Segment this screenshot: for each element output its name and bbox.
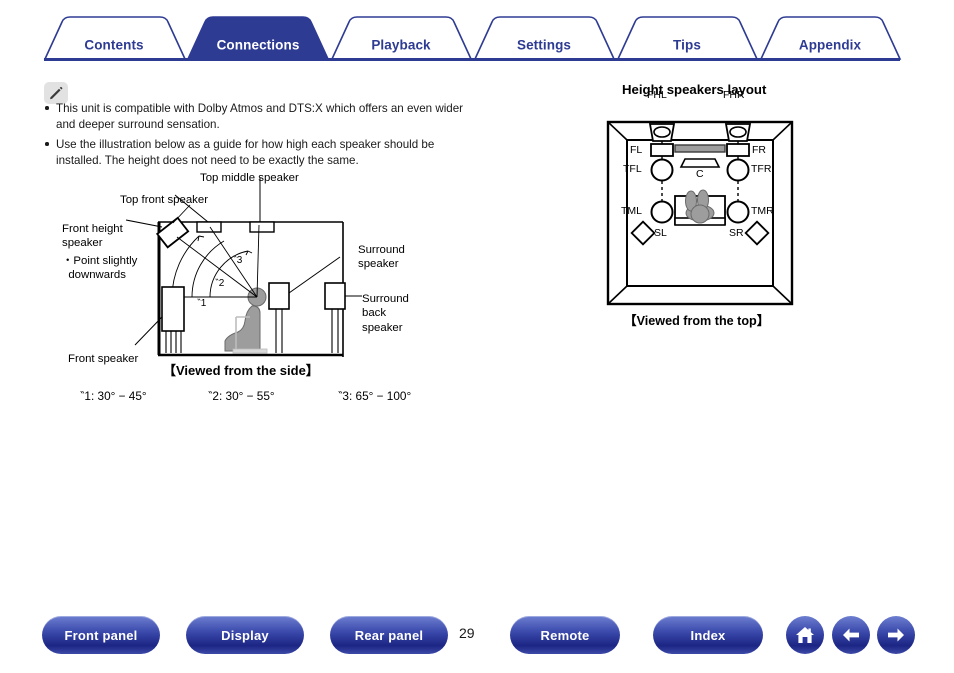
label-tfl: TFL bbox=[623, 163, 642, 175]
tab-connections[interactable]: Connections bbox=[217, 38, 300, 53]
label-surround-back-speaker: Surround back speaker bbox=[362, 293, 409, 334]
label-sr: SR bbox=[729, 227, 744, 239]
tab-contents[interactable]: Contents bbox=[84, 38, 143, 53]
label-sl: SL bbox=[654, 227, 667, 239]
label-fhr: FHR bbox=[723, 89, 745, 101]
note-text: This unit is compatible with Dolby Atmos… bbox=[56, 102, 464, 131]
angle-legend-1: ‶1: 30° − 45° bbox=[80, 389, 147, 403]
label-top-front-speaker: Top front speaker bbox=[120, 194, 209, 206]
index-button[interactable]: Index bbox=[653, 616, 763, 654]
label-front-height-note: ・Point slightly downwards bbox=[62, 255, 138, 282]
page-number: 29 bbox=[459, 625, 475, 641]
tab-navigation: Contents Connections Playback Settings T… bbox=[0, 14, 954, 62]
label-top-middle-speaker: Top middle speaker bbox=[200, 172, 299, 184]
top-view-caption: 【Viewed from the top】 bbox=[624, 314, 770, 328]
angle-mark-1: ‶1 bbox=[197, 298, 207, 309]
angle-mark-2: ‶2 bbox=[215, 278, 225, 289]
side-view-caption: 【Viewed from the side】 bbox=[163, 363, 319, 378]
tab-appendix[interactable]: Appendix bbox=[799, 38, 861, 53]
label-fhl: FHL bbox=[647, 89, 667, 101]
arrow-left-icon[interactable] bbox=[832, 616, 870, 654]
tab-tips[interactable]: Tips bbox=[673, 38, 701, 53]
top-view-diagram: FHL FHR FL FR TFL TFR C TML TMR SL SR bbox=[595, 89, 805, 315]
note-item: Use the illustration below as a guide fo… bbox=[40, 137, 470, 168]
tab-settings[interactable]: Settings bbox=[517, 38, 571, 53]
side-view-diagram: Top middle speaker Top front speaker Fro… bbox=[40, 165, 510, 380]
bullet-icon bbox=[45, 106, 49, 110]
note-list: This unit is compatible with Dolby Atmos… bbox=[40, 101, 470, 174]
home-icon[interactable] bbox=[786, 616, 824, 654]
label-tfr: TFR bbox=[751, 163, 772, 175]
note-item: This unit is compatible with Dolby Atmos… bbox=[40, 101, 470, 132]
label-front-height-speaker: Front height speaker bbox=[62, 223, 123, 250]
angle-legend-3: ‶3: 65° − 100° bbox=[338, 389, 412, 403]
remote-button[interactable]: Remote bbox=[510, 616, 620, 654]
label-surround-speaker: Surround speaker bbox=[358, 244, 405, 271]
manual-page: Contents Connections Playback Settings T… bbox=[0, 0, 954, 673]
label-fr: FR bbox=[752, 144, 766, 156]
label-tmr: TMR bbox=[751, 205, 774, 217]
note-text: Use the illustration below as a guide fo… bbox=[56, 138, 435, 167]
label-fl: FL bbox=[630, 144, 643, 156]
front-panel-button[interactable]: Front panel bbox=[42, 616, 160, 654]
label-tml: TML bbox=[621, 205, 642, 217]
bullet-icon bbox=[45, 142, 49, 146]
tab-playback[interactable]: Playback bbox=[371, 38, 430, 53]
rear-panel-button[interactable]: Rear panel bbox=[330, 616, 448, 654]
footer-navigation: Front panel Display Rear panel 29 Remote… bbox=[0, 616, 954, 658]
arrow-right-icon[interactable] bbox=[877, 616, 915, 654]
display-button[interactable]: Display bbox=[186, 616, 304, 654]
angle-mark-3: ‶3 bbox=[233, 255, 243, 266]
label-c: C bbox=[696, 168, 704, 180]
angle-legend-2: ‶2: 30° − 55° bbox=[208, 389, 275, 403]
label-front-speaker: Front speaker bbox=[68, 353, 139, 365]
